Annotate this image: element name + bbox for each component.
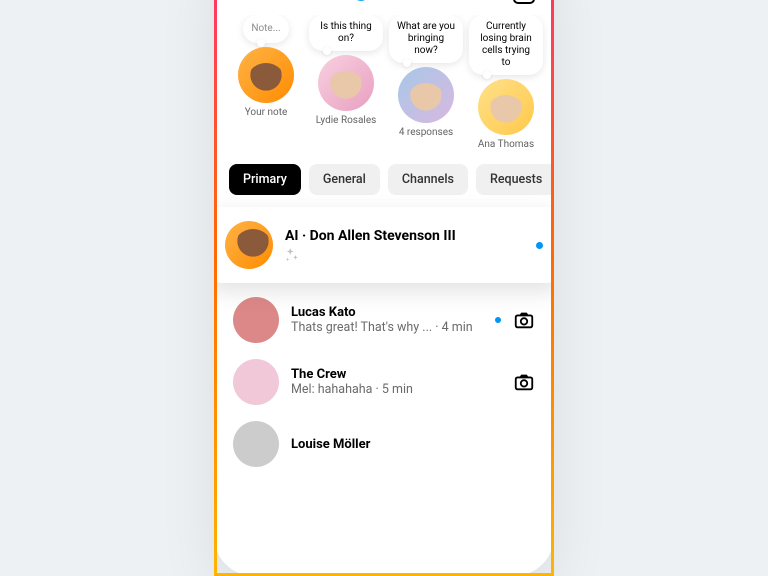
chat-preview: Thats great! That's why ... · 4 min <box>291 320 483 335</box>
avatar <box>318 55 374 111</box>
featured-chat[interactable]: AI · Don Allen Stevenson III <box>214 207 554 283</box>
inbox-tabs: Primary General Channels Requests <box>217 156 551 207</box>
note-bubble: Note... <box>243 15 288 43</box>
note-item[interactable]: What are you bringing now? 4 responses <box>389 15 463 150</box>
camera-icon[interactable] <box>513 309 535 331</box>
avatar <box>225 221 273 269</box>
back-icon[interactable]: ‹ <box>233 0 240 5</box>
username[interactable]: donalleniii <box>250 0 343 5</box>
avatar <box>233 421 279 467</box>
avatar <box>478 79 534 135</box>
tab-requests[interactable]: Requests <box>476 164 554 195</box>
chat-preview: Mel: hahahaha · 5 min <box>291 382 501 397</box>
chat-list: Lucas KatoThats great! That's why ... · … <box>217 289 551 475</box>
avatar <box>398 67 454 123</box>
note-bubble: Is this thing on? <box>309 15 383 51</box>
chat-row[interactable]: Louise Möller <box>233 413 535 475</box>
avatar <box>238 47 294 103</box>
verified-icon <box>353 0 369 1</box>
chat-name: Louise Möller <box>291 437 535 452</box>
note-name: 4 responses <box>399 127 453 138</box>
note-name: Ana Thomas <box>478 139 534 150</box>
unread-dot <box>495 317 501 323</box>
note-bubble: Currently losing brain cells trying to <box>469 15 543 75</box>
note-name: Lydie Rosales <box>316 115 377 126</box>
chat-name: The Crew <box>291 367 501 382</box>
chat-row[interactable]: Lucas KatoThats great! That's why ... · … <box>233 289 535 351</box>
compose-icon[interactable] <box>513 0 535 4</box>
phone-frame: 9:41 ‹ donalleniii ⌄ Note...Your noteIs … <box>214 0 554 576</box>
camera-icon[interactable] <box>513 371 535 393</box>
chat-name: Lucas Kato <box>291 305 483 320</box>
featured-title: AI · Don Allen Stevenson III <box>285 228 524 244</box>
tab-general[interactable]: General <box>309 164 380 195</box>
note-item[interactable]: Currently losing brain cells trying to An… <box>469 15 543 150</box>
avatar <box>233 359 279 405</box>
note-name: Your note <box>245 107 288 118</box>
chat-row[interactable]: The CrewMel: hahahaha · 5 min <box>233 351 535 413</box>
sparkle-icon <box>285 248 524 262</box>
tab-primary[interactable]: Primary <box>229 164 301 195</box>
unread-dot <box>536 242 543 249</box>
note-item[interactable]: Note... Your note <box>229 15 303 150</box>
avatar <box>233 297 279 343</box>
note-bubble: What are you bringing now? <box>389 15 463 63</box>
notes-row[interactable]: Note... Your note Is this thing on? Lydie R… <box>217 15 551 156</box>
tab-channels[interactable]: Channels <box>388 164 468 195</box>
inbox-header: ‹ donalleniii ⌄ <box>217 0 551 15</box>
note-item[interactable]: Is this thing on? Lydie Rosales <box>309 15 383 150</box>
